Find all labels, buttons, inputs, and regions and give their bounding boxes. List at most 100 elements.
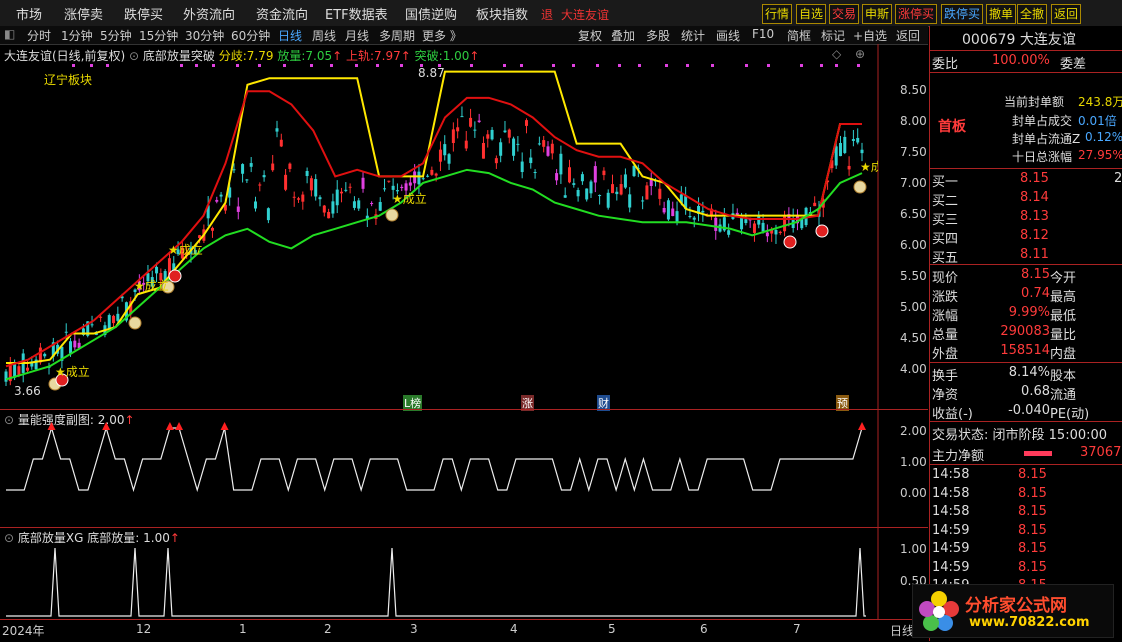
candle-body bbox=[572, 183, 576, 185]
tool-draw[interactable]: 画线 bbox=[716, 27, 740, 44]
period-tab-60min[interactable]: 60分钟 bbox=[231, 27, 270, 44]
stat-row: 现价 8.15 今开 bbox=[932, 267, 1122, 286]
red-ball-icon bbox=[783, 235, 797, 249]
menu-item-limit-down-buy[interactable]: 跌停买 bbox=[124, 4, 163, 23]
tool-f10[interactable]: F10 bbox=[752, 27, 774, 41]
candle-body bbox=[322, 205, 326, 213]
money-bag-icon bbox=[853, 180, 867, 194]
candle-body bbox=[598, 195, 602, 197]
tool-overlay[interactable]: 叠加 bbox=[611, 27, 635, 44]
candle-body bbox=[585, 188, 589, 200]
candle-body bbox=[778, 231, 782, 233]
candle-body bbox=[623, 174, 627, 188]
tool-return[interactable]: 返回 bbox=[896, 27, 920, 44]
candle-body bbox=[765, 232, 769, 237]
wei-bi-row: 委比 100.00% 委差 bbox=[932, 53, 1087, 72]
tool-adjust[interactable]: 复权 bbox=[578, 27, 602, 44]
main-candlestick-chart[interactable] bbox=[0, 44, 928, 410]
menu-item-fund-flow[interactable]: 资金流向 bbox=[256, 4, 308, 23]
candle-body bbox=[628, 194, 632, 208]
candle-body bbox=[477, 120, 481, 123]
candle-body bbox=[232, 169, 236, 171]
period-tab-weekly[interactable]: 周线 bbox=[312, 27, 336, 44]
limit-up-buy-button[interactable]: 涨停买 bbox=[895, 4, 938, 24]
bid-row[interactable]: 买三 8.13 bbox=[932, 209, 1122, 228]
menu-item-etf[interactable]: ETF数据表 bbox=[325, 4, 388, 23]
candle-body bbox=[481, 143, 485, 159]
candle-body bbox=[352, 201, 356, 208]
red-ball-icon bbox=[815, 224, 829, 238]
up-arrow-marker bbox=[175, 422, 184, 430]
period-tab-15min[interactable]: 15分钟 bbox=[139, 27, 178, 44]
candle-body bbox=[73, 340, 77, 348]
period-tab-multi[interactable]: 多周期 bbox=[379, 27, 415, 44]
x-axis: 2024年 12 1 2 3 4 5 6 7 日线 bbox=[0, 619, 928, 642]
tool-simple-frame[interactable]: 简框 bbox=[787, 27, 811, 44]
period-tab-5min[interactable]: 5分钟 bbox=[100, 27, 132, 44]
candle-body bbox=[851, 139, 855, 141]
quote-button[interactable]: 行情 bbox=[762, 4, 793, 24]
signal-dot bbox=[638, 64, 641, 67]
candle-body bbox=[456, 127, 460, 132]
period-tab-daily[interactable]: 日线 bbox=[278, 27, 302, 44]
signal-dot bbox=[520, 64, 523, 67]
candle-body bbox=[490, 129, 494, 140]
ten-day-gain: 27.95% bbox=[1078, 148, 1122, 162]
candle-body bbox=[438, 149, 442, 162]
candle-body bbox=[512, 138, 516, 156]
candle-body bbox=[219, 194, 223, 197]
period-tab-1min[interactable]: 1分钟 bbox=[61, 27, 93, 44]
x-tick: 7 bbox=[793, 622, 801, 636]
menu-item-market[interactable]: 市场 bbox=[16, 4, 42, 23]
bottom-volume-xg-chart[interactable] bbox=[0, 528, 928, 620]
menu-item-repo[interactable]: 国债逆购 bbox=[405, 4, 457, 23]
candle-body bbox=[249, 163, 253, 167]
return-button[interactable]: 返回 bbox=[1051, 4, 1082, 24]
panel-toggle-icon[interactable]: ◧ bbox=[4, 27, 15, 41]
signal-dot bbox=[283, 64, 286, 67]
tool-multi-stock[interactable]: 多股 bbox=[646, 27, 670, 44]
tick-row: 14:58 8.15 bbox=[932, 486, 1122, 501]
menu-item-foreign-flow[interactable]: 外资流向 bbox=[183, 4, 235, 23]
tool-add-watchlist[interactable]: +自选 bbox=[853, 27, 887, 44]
signal-dot bbox=[400, 64, 403, 67]
watchlist-button[interactable]: 自选 bbox=[796, 4, 827, 24]
apply-button[interactable]: 申斯 bbox=[862, 4, 893, 24]
candle-body bbox=[210, 227, 214, 231]
stat-label-2: 最高 bbox=[1050, 290, 1077, 305]
tick-time: 14:58 bbox=[932, 504, 970, 519]
period-tab-monthly[interactable]: 月线 bbox=[345, 27, 369, 44]
candle-body bbox=[400, 186, 404, 189]
period-tab-minute[interactable]: 分时 bbox=[27, 27, 51, 44]
stat-value: 290083 bbox=[1000, 324, 1050, 339]
candle-body bbox=[589, 181, 593, 194]
cancel-order-button[interactable]: 撤单 bbox=[986, 4, 1017, 24]
tool-mark[interactable]: 标记 bbox=[821, 27, 845, 44]
bid-row[interactable]: 买二 8.14 bbox=[932, 190, 1122, 209]
volume-strength-chart[interactable] bbox=[0, 410, 928, 528]
volume-line bbox=[5, 168, 863, 381]
candle-body bbox=[499, 142, 503, 156]
main-net-bar bbox=[1024, 451, 1052, 456]
trade-button[interactable]: 交易 bbox=[829, 4, 860, 24]
stat-label-2: 今开 bbox=[1050, 271, 1077, 286]
tool-statistics[interactable]: 统计 bbox=[681, 27, 705, 44]
menu-item-sector-index[interactable]: 板块指数 bbox=[476, 4, 528, 23]
candle-body bbox=[292, 196, 296, 198]
bid-row[interactable]: 买四 8.12 bbox=[932, 228, 1122, 247]
candle-body bbox=[90, 324, 94, 326]
bid-row[interactable]: 买一 8.15 2 bbox=[932, 171, 1122, 190]
tick-row: 14:59 8.15 bbox=[932, 541, 1122, 556]
signal-dot bbox=[800, 64, 803, 67]
menu-item-limit-up-sell[interactable]: 涨停卖 bbox=[64, 4, 103, 23]
limit-down-buy-button[interactable]: 跌停买 bbox=[941, 4, 984, 24]
candle-body bbox=[99, 316, 103, 318]
candle-body bbox=[838, 142, 842, 157]
bid-price: 8.14 bbox=[1020, 190, 1049, 205]
tick-price: 8.15 bbox=[1018, 467, 1047, 482]
candle-body bbox=[309, 178, 313, 191]
period-tab-more[interactable]: 更多 》 bbox=[422, 27, 462, 44]
cancel-all-button[interactable]: 全撤 bbox=[1017, 4, 1048, 24]
period-tab-30min[interactable]: 30分钟 bbox=[185, 27, 224, 44]
tick-price: 8.15 bbox=[1018, 559, 1047, 575]
